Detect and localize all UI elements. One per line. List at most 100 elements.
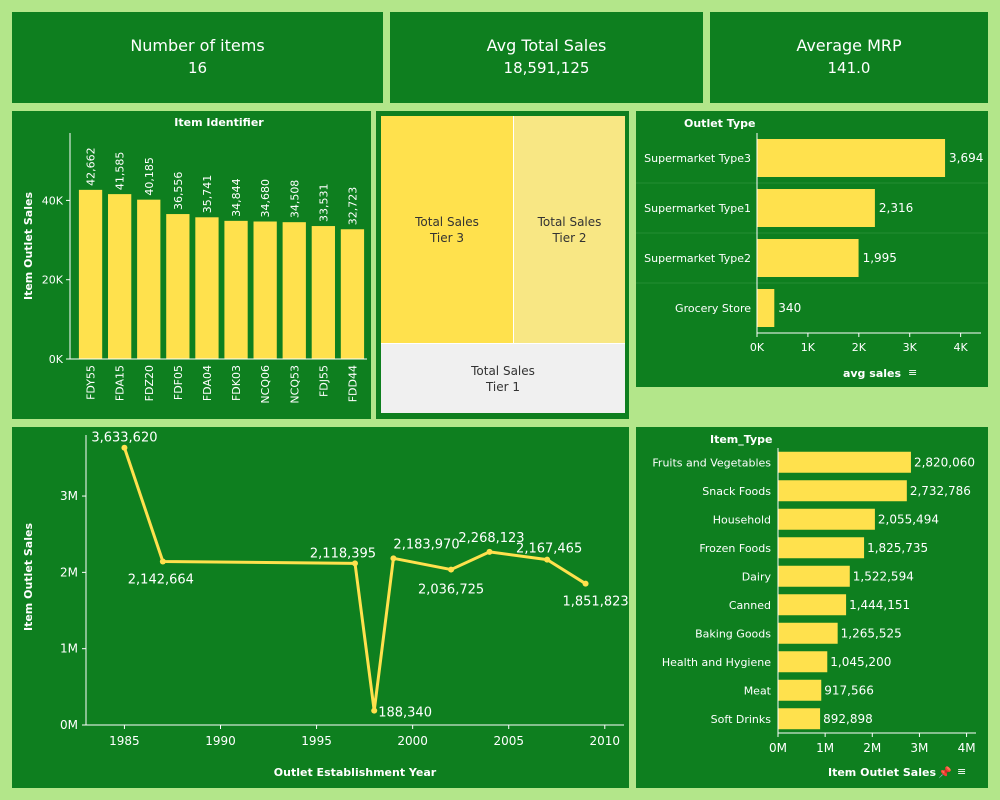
y-category-label: Baking Goods xyxy=(695,627,771,640)
pin-icon: 📌 xyxy=(938,765,952,779)
bar xyxy=(78,189,103,359)
chart-title: Item Identifier xyxy=(174,116,264,129)
establishment-year-chart[interactable]: Item Outlet Sales 0M 1M 2M 3M 1985 1990 1995 200… xyxy=(12,427,629,788)
data-label: 2,036,725 xyxy=(418,583,484,598)
data-label: 1,851,823 xyxy=(562,595,628,610)
bar xyxy=(757,239,859,277)
item-type-chart[interactable]: Item_Type 2,820,060 Fruits and Vegetables 2… xyxy=(636,427,988,788)
bar-value-label: 34,508 xyxy=(288,180,301,219)
data-label: 2,268,123 xyxy=(458,531,524,546)
bar xyxy=(195,217,219,359)
x-tick-label: 0M xyxy=(769,741,787,755)
x-tick-label: FDD44 xyxy=(346,365,359,402)
x-tick-label: 0K xyxy=(750,341,765,354)
x-tick-label: 1M xyxy=(816,741,834,755)
y-tick-label: 1M xyxy=(60,642,78,656)
treemap-cell-tier-2[interactable]: Total Sales Tier 2 xyxy=(513,116,625,343)
y-category-label: Canned xyxy=(729,599,771,612)
y-category-label: Frozen Foods xyxy=(699,542,771,555)
y-tick-label: 3M xyxy=(60,489,78,503)
kpi-title: Avg Total Sales xyxy=(486,36,607,55)
x-tick-label: FDA04 xyxy=(201,365,214,401)
bar-value-label: 1,995 xyxy=(863,251,897,265)
x-tick-label: FDY55 xyxy=(85,365,98,400)
data-point xyxy=(390,555,397,562)
bar xyxy=(166,214,190,359)
y-category-label: Health and Hygiene xyxy=(662,656,771,669)
data-point xyxy=(371,707,378,714)
bar-value-label: 1,825,735 xyxy=(867,541,928,555)
data-point xyxy=(544,556,551,563)
bar-value-label: 1,444,151 xyxy=(849,598,910,612)
outlet-type-chart-panel[interactable]: Outlet Type 3,694 Supermarket Type3 2,316 Su… xyxy=(636,111,988,387)
bar xyxy=(778,594,847,616)
bar xyxy=(757,139,946,177)
treemap-cell-tier-3[interactable]: Total Sales Tier 3 xyxy=(381,116,513,343)
bar xyxy=(282,222,306,359)
kpi-value: 16 xyxy=(187,59,208,77)
y-category-label: Fruits and Vegetables xyxy=(652,456,771,469)
bar xyxy=(137,199,161,359)
kpi-title: Number of items xyxy=(130,36,265,55)
x-tick-label: 2000 xyxy=(397,734,428,748)
y-category-label: Dairy xyxy=(742,570,772,583)
bar-value-label: 35,741 xyxy=(201,175,214,214)
bar xyxy=(778,537,865,559)
data-label: 3,633,620 xyxy=(91,431,157,446)
bar-value-label: 3,694 xyxy=(949,151,983,165)
bar-value-label: 36,556 xyxy=(172,172,185,211)
data-point xyxy=(159,558,166,565)
data-label: 2,167,465 xyxy=(516,542,582,557)
outlet-type-chart[interactable]: Outlet Type 3,694 Supermarket Type3 2,316 Su… xyxy=(636,111,988,387)
treemap-cell-tier-1[interactable]: Total Sales Tier 1 xyxy=(381,343,625,413)
kpi-card-avg-total-sales: Avg Total Sales 18,591,125 xyxy=(390,12,703,103)
x-tick-label: FDZ20 xyxy=(143,365,156,401)
bar-value-label: 40,185 xyxy=(143,157,156,196)
y-category-label: Supermarket Type2 xyxy=(644,252,751,265)
bar xyxy=(778,651,828,673)
data-point xyxy=(448,566,455,573)
tier-treemap-panel[interactable]: Total Sales Tier 3 Total Sales Tier 2 To… xyxy=(376,111,629,419)
x-tick-label: 1K xyxy=(801,341,816,354)
establishment-year-chart-panel[interactable]: Item Outlet Sales 0M 1M 2M 3M 1985 1990 1995 200… xyxy=(12,427,629,788)
y-tick-label: 20K xyxy=(42,274,64,287)
bar-value-label: 2,316 xyxy=(879,201,913,215)
bar xyxy=(778,679,822,701)
bar-value-label: 2,820,060 xyxy=(914,455,975,469)
bar xyxy=(778,708,821,730)
bar xyxy=(778,480,907,502)
data-label: 2,183,970 xyxy=(393,537,459,552)
bar-value-label: 917,566 xyxy=(824,683,874,697)
item-identifier-chart-panel[interactable]: Item Identifier Item Outlet Sales 0K 20K 40K… xyxy=(12,111,371,419)
bar-value-label: 34,844 xyxy=(230,178,243,217)
bar-value-label: 2,732,786 xyxy=(910,484,971,498)
bar-value-label: 34,680 xyxy=(259,179,272,218)
data-label: 2,142,664 xyxy=(128,572,194,587)
bar-value-label: 32,723 xyxy=(346,187,359,226)
kpi-value: 18,591,125 xyxy=(503,59,590,77)
bar-value-label: 892,898 xyxy=(823,712,873,726)
bar xyxy=(253,221,277,359)
item-identifier-chart[interactable]: Item Identifier Item Outlet Sales 0K 20K 40K… xyxy=(12,111,371,419)
x-tick-label: 4K xyxy=(954,341,969,354)
kpi-card-number-of-items: Number of items 16 xyxy=(12,12,383,103)
y-tick-label: 40K xyxy=(42,194,64,207)
x-tick-label: 2010 xyxy=(590,734,621,748)
y-category-label: Soft Drinks xyxy=(711,713,772,726)
x-tick-label: 2M xyxy=(863,741,881,755)
kpi-value: 141.0 xyxy=(827,59,871,77)
item-type-chart-panel[interactable]: Item_Type 2,820,060 Fruits and Vegetables 2… xyxy=(636,427,988,788)
y-category-label: Supermarket Type1 xyxy=(644,202,751,215)
bar xyxy=(778,508,875,530)
data-point xyxy=(582,580,589,587)
y-category-label: Grocery Store xyxy=(675,302,751,315)
bar-value-label: 1,045,200 xyxy=(830,655,891,669)
chart-title: Outlet Type xyxy=(684,117,755,130)
x-tick-label: FDA15 xyxy=(114,365,127,401)
y-category-label: Snack Foods xyxy=(702,485,771,498)
sort-icon: ≡ xyxy=(908,366,917,379)
bar xyxy=(108,194,132,359)
x-axis-title: avg sales xyxy=(843,367,901,380)
x-axis-title: Item Outlet Sales xyxy=(828,766,936,779)
bar-value-label: 1,522,594 xyxy=(853,569,914,583)
